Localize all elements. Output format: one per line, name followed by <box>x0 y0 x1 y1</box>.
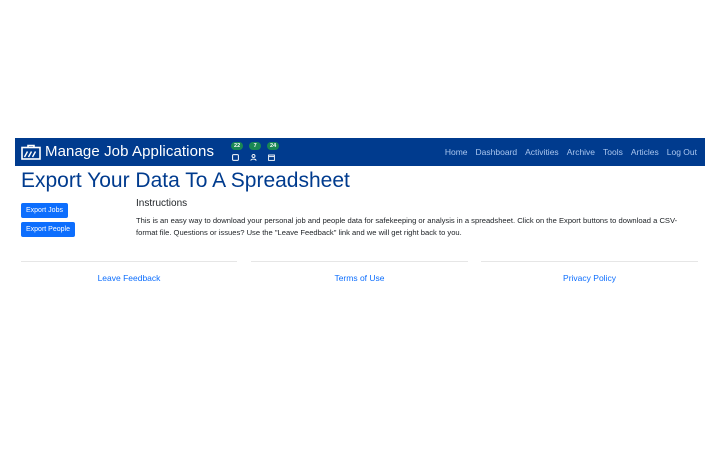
nav-articles[interactable]: Articles <box>631 138 659 166</box>
nav-archive[interactable]: Archive <box>567 138 595 166</box>
export-people-button[interactable]: Export People <box>21 222 75 237</box>
nav-home[interactable]: Home <box>445 138 468 166</box>
terms-of-use-link[interactable]: Terms of Use <box>334 273 384 283</box>
page-title: Export Your Data To A Spreadsheet <box>21 169 350 192</box>
events-count-badge: 24 <box>267 142 280 150</box>
square-icon <box>231 154 239 161</box>
brand-title: Manage Job Applications <box>45 143 215 160</box>
events-counter[interactable]: 24 <box>262 140 280 164</box>
jobs-count-badge: 22 <box>231 142 244 150</box>
top-navbar: Manage Job Applications 22 7 24 Home Das… <box>15 138 705 166</box>
nav-links: Home Dashboard Activities Archive Tools … <box>445 138 697 166</box>
nav-tools[interactable]: Tools <box>603 138 623 166</box>
jobs-counter[interactable]: 22 <box>226 140 244 164</box>
person-icon <box>249 154 257 161</box>
instructions-text: This is an easy way to download your per… <box>136 216 678 237</box>
privacy-policy-link[interactable]: Privacy Policy <box>563 273 616 283</box>
counters-group: 22 7 24 <box>226 140 280 164</box>
people-count-badge: 7 <box>249 142 262 150</box>
export-jobs-button[interactable]: Export Jobs <box>21 203 68 218</box>
footer-column-feedback: Leave Feedback <box>21 261 237 291</box>
briefcase-icon <box>21 144 41 160</box>
footer-column-terms: Terms of Use <box>251 261 468 291</box>
nav-log-out[interactable]: Log Out <box>667 138 697 166</box>
calendar-icon <box>267 154 275 161</box>
people-counter[interactable]: 7 <box>244 140 262 164</box>
nav-activities[interactable]: Activities <box>525 138 559 166</box>
instructions-heading: Instructions <box>136 198 188 209</box>
nav-dashboard[interactable]: Dashboard <box>476 138 518 166</box>
brand-link[interactable]: Manage Job Applications <box>21 138 214 166</box>
leave-feedback-link[interactable]: Leave Feedback <box>98 273 161 283</box>
footer-column-privacy: Privacy Policy <box>481 261 698 291</box>
